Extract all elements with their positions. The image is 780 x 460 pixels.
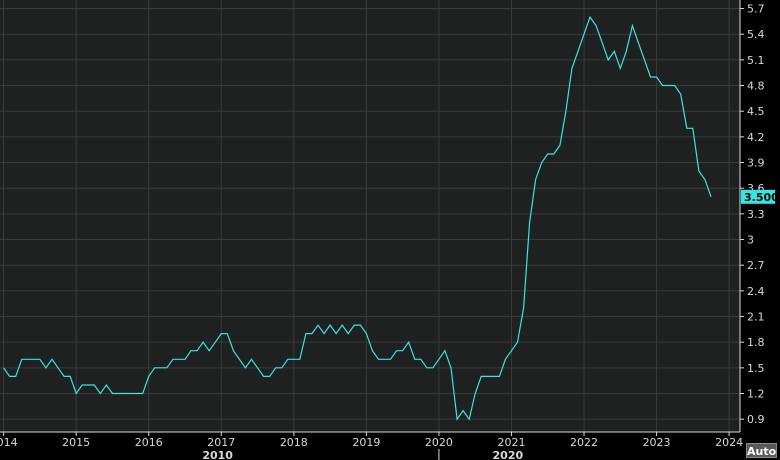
- y-tick-label: 5.1: [747, 54, 765, 67]
- y-tick-label: 2.7: [747, 259, 765, 272]
- x-axis: 2014201520162017201820192020202120222023…: [0, 431, 743, 460]
- x-tick-label: 2016: [135, 436, 163, 449]
- y-tick-label: 3.3: [747, 208, 765, 221]
- y-tick-label: 0.9: [747, 413, 765, 426]
- y-tick-label: 4.5: [747, 105, 765, 118]
- x-tick-label: 2014: [0, 436, 18, 449]
- x-tick-label: 2024: [715, 436, 743, 449]
- x-tick-label: 2021: [497, 436, 525, 449]
- x-tick-label: 2015: [62, 436, 90, 449]
- y-tick-label: 3: [747, 234, 754, 247]
- x-major-label: 2020: [493, 449, 524, 460]
- x-tick-label: 2018: [280, 436, 308, 449]
- y-tick-label: 4.2: [747, 131, 765, 144]
- auto-scale-button[interactable]: Auto: [746, 443, 777, 458]
- last-value-label: 3.500: [744, 191, 779, 204]
- x-tick-label: 2022: [570, 436, 598, 449]
- y-tick-label: 3.9: [747, 157, 765, 170]
- x-tick-label: 2020: [425, 436, 453, 449]
- y-axis: 0.91.21.51.82.12.42.733.33.63.94.24.54.8…: [739, 0, 765, 432]
- y-tick-label: 5.7: [747, 3, 765, 16]
- line-chart: 0.91.21.51.82.12.42.733.33.63.94.24.54.8…: [0, 0, 779, 460]
- y-tick-label: 2.4: [747, 285, 765, 298]
- x-tick-label: 2019: [352, 436, 380, 449]
- last-value-marker: 3.500: [741, 189, 779, 204]
- y-tick-label: 1.5: [747, 362, 765, 375]
- y-tick-label: 1.8: [747, 336, 765, 349]
- y-tick-label: 1.2: [747, 388, 765, 401]
- y-tick-label: 4.8: [747, 80, 765, 93]
- y-tick-label: 2.1: [747, 311, 765, 324]
- x-tick-label: 2017: [207, 436, 235, 449]
- plot-area: [0, 0, 740, 432]
- x-major-label: 2010: [202, 449, 233, 460]
- x-tick-label: 2023: [643, 436, 671, 449]
- y-tick-label: 5.4: [747, 28, 765, 41]
